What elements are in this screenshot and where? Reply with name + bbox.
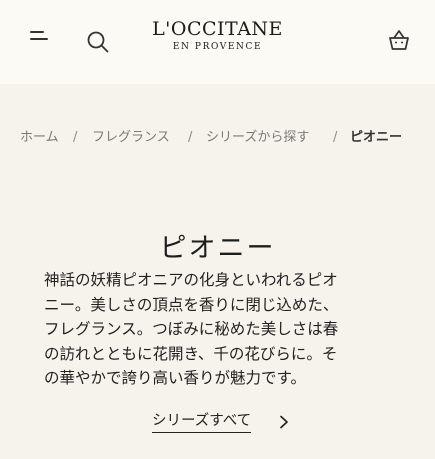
page-title: ピオニー <box>159 233 276 264</box>
site-header: L'OCCITANE EN PROVENCE <box>0 0 435 84</box>
shopping-bag-icon[interactable] <box>386 27 412 53</box>
search-icon[interactable] <box>86 30 110 54</box>
description-line: ニー。美しさの頂点を香りに閉じ込めた、 <box>44 295 339 314</box>
breadcrumb-series[interactable]: シリーズから探す <box>206 129 309 147</box>
breadcrumb-separator: / <box>333 130 338 145</box>
description-line: の華やかで誇り高い香りが魅力です。 <box>44 369 306 388</box>
breadcrumb-current: ピオニー <box>350 130 403 145</box>
all-series-link-label[interactable]: シリーズすべて <box>152 410 252 433</box>
description-line: フレグランス。つぼみに秘めた美しさは春 <box>44 320 339 339</box>
breadcrumb-home[interactable]: ホーム <box>20 129 59 147</box>
breadcrumb-separator: / <box>188 130 193 145</box>
chevron-right-icon <box>278 414 290 429</box>
logo-brand: L'OCCITANE <box>152 18 283 40</box>
breadcrumb: ホーム / フレグランス / シリーズから探す / ピオニー <box>0 129 435 149</box>
brand-logo[interactable]: L'OCCITANE EN PROVENCE <box>140 18 295 53</box>
hamburger-menu-icon[interactable] <box>30 29 50 45</box>
breadcrumb-separator: / <box>73 130 78 145</box>
description-line: の訪れとともに花開き、千の花びらに。そ <box>44 344 338 363</box>
series-description: 神話の妖精ピオニアの化身といわれるピオ ニー。美しさの頂点を香りに閉じ込めた、 … <box>44 268 400 391</box>
logo-tagline: EN PROVENCE <box>172 42 263 52</box>
description-line: 神話の妖精ピオニアの化身といわれるピオ <box>44 271 338 289</box>
breadcrumb-fragrance[interactable]: フレグランス <box>92 129 170 147</box>
